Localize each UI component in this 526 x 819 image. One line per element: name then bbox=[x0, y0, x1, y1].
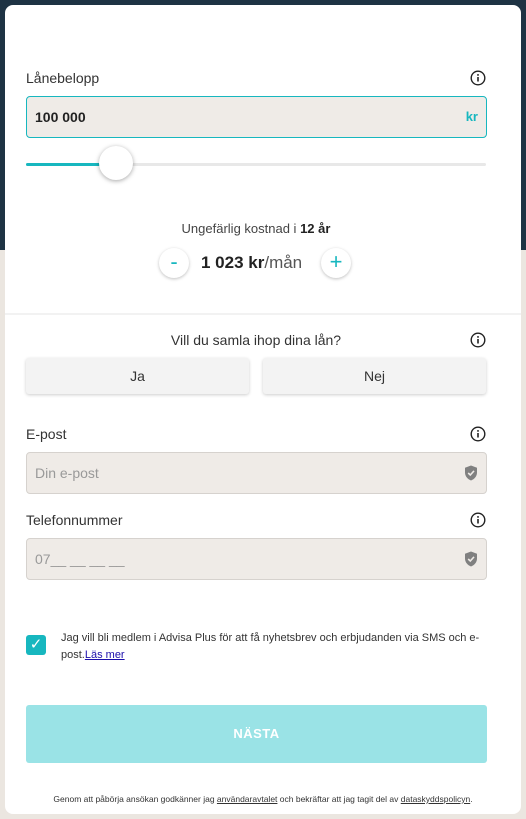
email-field[interactable]: Din e-post bbox=[26, 452, 487, 494]
terms-link[interactable]: användaravtalet bbox=[217, 794, 278, 804]
phone-placeholder: 07__ __ __ __ bbox=[35, 551, 125, 567]
loan-amount-slider-fill bbox=[26, 163, 100, 166]
monthly-cost-unit: /mån bbox=[264, 253, 303, 272]
loan-amount-value: 100 000 bbox=[35, 109, 86, 125]
section-divider bbox=[5, 313, 521, 315]
loan-term-years: 12 år bbox=[300, 221, 331, 236]
email-label: E-post bbox=[26, 426, 67, 442]
info-icon[interactable] bbox=[470, 512, 486, 528]
shield-icon bbox=[465, 551, 477, 567]
loan-amount-slider-track[interactable] bbox=[26, 163, 486, 166]
loan-form-card: Lånebelopp 100 000 kr Ungefärlig kostnad… bbox=[5, 5, 521, 814]
footer-text-3: . bbox=[470, 794, 473, 804]
consolidate-yes-button[interactable]: Ja bbox=[26, 358, 249, 394]
monthly-cost-amount: 1 023 kr bbox=[201, 253, 265, 272]
loan-amount-label: Lånebelopp bbox=[26, 70, 100, 86]
email-label-row: E-post bbox=[26, 424, 486, 444]
footer-text-1: Genom att påbörja ansökan godkänner jag bbox=[53, 794, 217, 804]
phone-label-row: Telefonnummer bbox=[26, 510, 486, 530]
monthly-cost: 1 023 kr/mån bbox=[201, 253, 302, 273]
consolidate-no-button[interactable]: Nej bbox=[263, 358, 486, 394]
phone-field[interactable]: 07__ __ __ __ bbox=[26, 538, 487, 580]
info-icon[interactable] bbox=[470, 332, 486, 348]
phone-label: Telefonnummer bbox=[26, 512, 123, 528]
currency-unit: kr bbox=[465, 109, 478, 124]
consent-checkbox[interactable]: ✓ bbox=[26, 635, 46, 655]
info-icon[interactable] bbox=[470, 70, 486, 86]
loan-amount-input[interactable]: 100 000 kr bbox=[26, 96, 487, 138]
estimated-cost-prefix: Ungefärlig kostnad i bbox=[181, 221, 297, 236]
info-icon[interactable] bbox=[470, 426, 486, 442]
privacy-policy-link[interactable]: dataskyddspolicyn bbox=[401, 794, 470, 804]
shield-icon bbox=[465, 465, 477, 481]
read-more-link[interactable]: Läs mer bbox=[85, 649, 125, 661]
footer-disclaimer: Genom att påbörja ansökan godkänner jag … bbox=[5, 794, 521, 804]
footer-text-2: och bekräftar att jag tagit del av bbox=[277, 794, 401, 804]
loan-amount-label-row: Lånebelopp bbox=[26, 68, 486, 88]
checkmark-icon: ✓ bbox=[29, 636, 43, 653]
increase-term-button[interactable]: + bbox=[321, 248, 351, 278]
email-placeholder: Din e-post bbox=[35, 465, 99, 481]
next-button[interactable]: NÄSTA bbox=[26, 705, 487, 763]
consent-text: Jag vill bli medlem i Advisa Plus för at… bbox=[61, 630, 486, 664]
estimated-cost-label: Ungefärlig kostnad i 12 år bbox=[5, 221, 507, 236]
loan-amount-slider-thumb[interactable] bbox=[99, 146, 133, 180]
consolidate-question: Vill du samla ihop dina lån? bbox=[170, 332, 342, 348]
decrease-term-button[interactable]: - bbox=[159, 248, 189, 278]
